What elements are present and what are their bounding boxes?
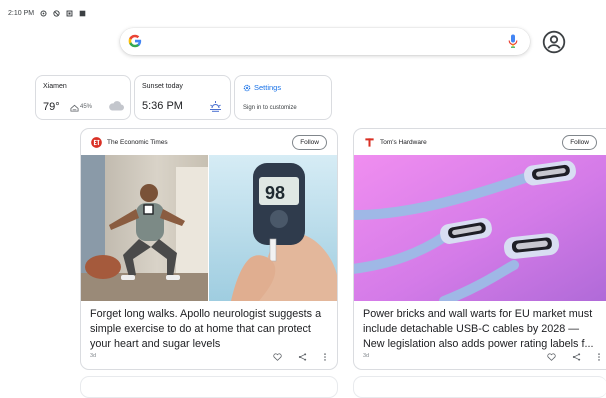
status-time: 2:10 PM bbox=[8, 9, 35, 17]
news-image[interactable]: 98 bbox=[81, 155, 337, 301]
follow-button[interactable]: Follow bbox=[562, 135, 597, 150]
news-headline[interactable]: Power bricks and wall warts for EU marke… bbox=[363, 307, 601, 352]
news-image-art: 98 bbox=[81, 155, 337, 301]
news-headline[interactable]: Forget long walks. Apollo neurologist su… bbox=[90, 307, 328, 352]
news-age: 3d bbox=[90, 353, 97, 359]
news-card-next-left[interactable] bbox=[80, 376, 338, 398]
google-logo-icon bbox=[128, 34, 142, 48]
microphone-icon[interactable] bbox=[508, 34, 518, 49]
settings-link[interactable]: Settings bbox=[243, 83, 281, 92]
status-bar: 2:10 PM bbox=[8, 6, 86, 20]
glucose-display: 98 bbox=[265, 183, 285, 203]
search-input[interactable] bbox=[150, 32, 494, 52]
more-options-icon[interactable] bbox=[323, 353, 327, 361]
heart-icon[interactable] bbox=[273, 353, 282, 361]
sunset-icon bbox=[210, 101, 221, 112]
humidity-icon bbox=[70, 104, 79, 112]
weather-humidity: 45% bbox=[80, 104, 93, 110]
account-icon[interactable] bbox=[542, 30, 566, 54]
sunset-title: Sunset today bbox=[142, 83, 183, 90]
news-source-name: The Economic Times bbox=[107, 139, 168, 146]
gear-icon bbox=[243, 84, 251, 91]
notification-square-icon bbox=[79, 10, 86, 16]
cloudy-icon bbox=[109, 101, 124, 111]
share-icon[interactable] bbox=[572, 353, 581, 361]
news-meta: 3d bbox=[90, 353, 327, 362]
heart-icon[interactable] bbox=[547, 353, 556, 361]
settings-status-icon bbox=[40, 9, 47, 17]
follow-button[interactable]: Follow bbox=[292, 135, 327, 150]
weather-location: Xiamen bbox=[43, 83, 67, 90]
toms-hardware-logo-icon bbox=[365, 138, 374, 147]
news-age: 3d bbox=[363, 353, 370, 359]
news-card-toms-hardware[interactable]: Tom's Hardware Follow Power bricks and w… bbox=[353, 128, 606, 370]
settings-card[interactable]: Settings Sign in to customize bbox=[234, 75, 332, 120]
news-meta: 3d bbox=[363, 353, 601, 362]
share-icon[interactable] bbox=[298, 353, 307, 361]
search-bar[interactable] bbox=[120, 28, 530, 55]
news-card-next-right[interactable] bbox=[353, 376, 606, 398]
screenshot-icon bbox=[66, 10, 73, 16]
settings-title: Settings bbox=[254, 83, 282, 92]
weather-temperature: 79° bbox=[43, 101, 60, 113]
do-not-disturb-icon bbox=[53, 9, 60, 17]
sunset-card[interactable]: Sunset today 5:36 PM bbox=[134, 75, 231, 120]
sunset-time: 5:36 PM bbox=[142, 100, 183, 112]
news-source-name: Tom's Hardware bbox=[380, 139, 427, 146]
news-image-art bbox=[354, 155, 606, 301]
news-image[interactable] bbox=[354, 155, 606, 301]
settings-subtitle: Sign in to customize bbox=[243, 105, 297, 111]
news-card-economic-times[interactable]: The Economic Times Follow 98 Forget long… bbox=[80, 128, 338, 370]
more-options-icon[interactable] bbox=[597, 353, 601, 361]
weather-card[interactable]: Xiamen 79° 45% bbox=[35, 75, 131, 120]
economic-times-logo-icon bbox=[91, 137, 102, 148]
